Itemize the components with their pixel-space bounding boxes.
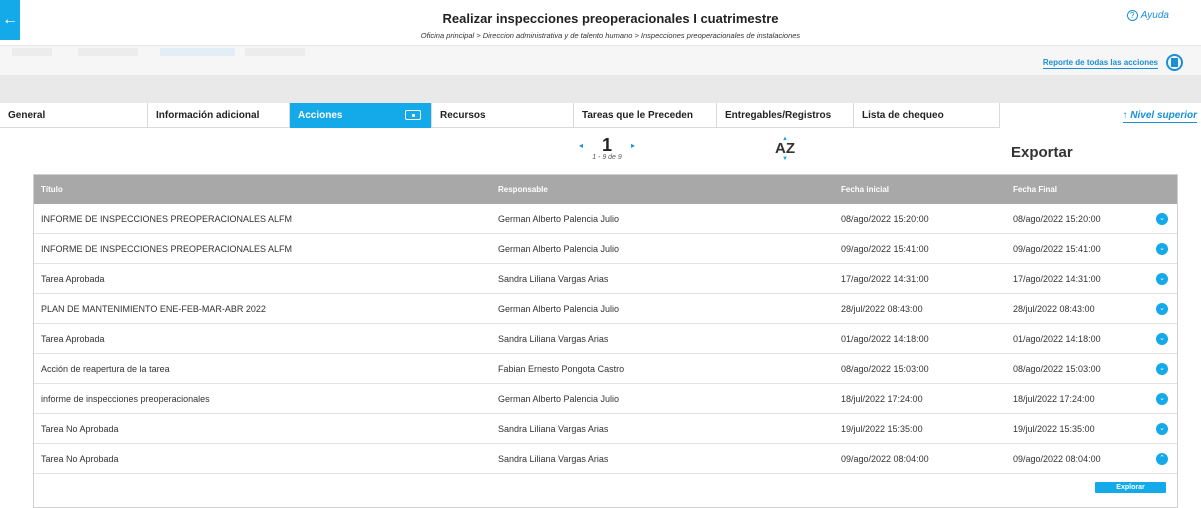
cell-title: PLAN DE MANTENIMIENTO ENE-FEB-MAR-ABR 20… — [41, 304, 266, 314]
table-row[interactable]: Tarea Aprobada Sandra Liliana Vargas Aria… — [34, 324, 1177, 354]
cell-title: informe de inspecciones preoperacionales — [41, 394, 210, 404]
tab-preceding-tasks[interactable]: Tareas que le Preceden — [574, 103, 717, 128]
secondary-toolbar — [0, 46, 1201, 76]
tab-general[interactable]: General — [0, 103, 148, 128]
cell-start-date: 17/ago/2022 14:31:00 — [841, 274, 929, 284]
cell-title: Tarea No Aprobada — [41, 454, 119, 464]
prev-page-icon[interactable]: ◂ — [579, 141, 583, 150]
pager: ◂ 1 1 - 9 de 9 ▸ — [577, 136, 637, 161]
page-range: 1 - 9 de 9 — [592, 154, 622, 161]
cell-title: Tarea Aprobada — [41, 274, 105, 284]
page-number: 1 — [601, 135, 612, 155]
report-all-actions-link[interactable]: Reporte de todas las acciones — [1042, 58, 1158, 69]
help-link[interactable]: ? Ayuda — [1126, 10, 1169, 21]
table-row[interactable]: Tarea Aprobada Sandra Liliana Vargas Aria… — [34, 264, 1177, 294]
column-header-responsible[interactable]: Responsable — [498, 185, 548, 194]
cell-end-date: 01/ago/2022 14:18:00 — [1013, 334, 1101, 344]
cell-responsible: Sandra Liliana Vargas Arias — [498, 454, 609, 464]
cell-start-date: 09/ago/2022 15:41:00 — [841, 244, 929, 254]
tab-bar: General Información adicional Acciones R… — [0, 103, 1000, 128]
table-row[interactable]: informe de inspecciones preoperacionales… — [34, 384, 1177, 414]
tab-label: Tareas que le Preceden — [582, 110, 693, 121]
toggle-icon[interactable] — [405, 110, 421, 120]
cell-responsible: German Alberto Palencia Julio — [498, 394, 620, 404]
cell-start-date: 19/jul/2022 15:35:00 — [841, 424, 923, 434]
cell-responsible: Fabian Ernesto Pongota Castro — [498, 364, 625, 374]
tab-deliverables[interactable]: Entregables/Registros — [717, 103, 854, 128]
table-row[interactable]: PLAN DE MANTENIMIENTO ENE-FEB-MAR-ABR 20… — [34, 294, 1177, 324]
cell-start-date: 28/jul/2022 08:43:00 — [841, 304, 923, 314]
tab-label: Información adicional — [156, 110, 260, 121]
cell-start-date: 08/ago/2022 15:20:00 — [841, 214, 929, 224]
cell-end-date: 18/jul/2022 17:24:00 — [1013, 394, 1095, 404]
tab-resources[interactable]: Recursos — [432, 103, 574, 128]
sort-control[interactable]: ▲ AZ ▼ — [770, 136, 800, 162]
back-arrow-icon[interactable]: ← — [0, 0, 20, 40]
overlay-strip — [0, 76, 1201, 103]
report-icon[interactable] — [1166, 54, 1183, 71]
chevron-down-icon[interactable]: ⌄ — [1156, 213, 1168, 225]
cell-responsible: Sandra Liliana Vargas Arias — [498, 274, 609, 284]
parent-level-link[interactable]: ↑ Nivel superior — [1122, 110, 1197, 123]
next-page-icon[interactable]: ▸ — [631, 141, 635, 150]
explore-button[interactable]: Explorar — [1095, 482, 1166, 493]
cell-start-date: 09/ago/2022 08:04:00 — [841, 454, 929, 464]
cell-end-date: 08/ago/2022 15:20:00 — [1013, 214, 1101, 224]
tab-label: General — [8, 110, 46, 121]
tab-actions[interactable]: Acciones — [290, 103, 432, 128]
chevron-down-icon[interactable]: ⌄ — [1156, 243, 1168, 255]
chevron-down-icon[interactable]: ⌄ — [1156, 333, 1168, 345]
chevron-down-icon[interactable]: ⌄ — [1156, 393, 1168, 405]
cell-end-date: 09/ago/2022 15:41:00 — [1013, 244, 1101, 254]
help-label: Ayuda — [1140, 10, 1169, 21]
tab-checklist[interactable]: Lista de chequeo — [854, 103, 1000, 128]
breadcrumb: Oficina principal > Direccion administra… — [420, 31, 801, 40]
actions-table: Título Responsable Fecha inicial Fecha F… — [33, 174, 1178, 508]
column-header-end-date[interactable]: Fecha Final — [1013, 185, 1057, 194]
cell-responsible: Sandra Liliana Vargas Arias — [498, 424, 609, 434]
column-header-start-date[interactable]: Fecha inicial — [841, 185, 889, 194]
cell-title: INFORME DE INSPECCIONES PREOPERACIONALES… — [41, 214, 293, 224]
chevron-down-icon[interactable]: ⌄ — [1156, 423, 1168, 435]
cell-title: INFORME DE INSPECCIONES PREOPERACIONALES… — [41, 244, 293, 254]
chevron-up-icon[interactable]: ⌃ — [1156, 453, 1168, 465]
tab-label: Entregables/Registros — [725, 110, 832, 121]
cell-end-date: 17/ago/2022 14:31:00 — [1013, 274, 1101, 284]
table-row[interactable]: Acción de reapertura de la tarea Fabian E… — [34, 354, 1177, 384]
sort-label: AZ — [775, 140, 795, 157]
table-row[interactable]: INFORME DE INSPECCIONES PREOPERACIONALES… — [34, 234, 1177, 264]
table-row[interactable]: Tarea No Aprobada Sandra Liliana Vargas A… — [34, 444, 1177, 474]
tab-additional-info[interactable]: Información adicional — [148, 103, 290, 128]
cell-title: Tarea Aprobada — [41, 334, 105, 344]
cell-responsible: German Alberto Palencia Julio — [498, 304, 620, 314]
tab-label: Recursos — [440, 110, 486, 121]
cell-responsible: German Alberto Palencia Julio — [498, 244, 620, 254]
cell-responsible: German Alberto Palencia Julio — [498, 214, 620, 224]
top-bar: ← Realizar inspecciones preoperacionales… — [0, 0, 1201, 46]
column-header-title[interactable]: Título — [41, 185, 63, 194]
tab-label: Acciones — [298, 110, 343, 121]
table-row[interactable]: INFORME DE INSPECCIONES PREOPERACIONALES… — [34, 204, 1177, 234]
export-button[interactable]: Exportar — [1011, 144, 1073, 161]
cell-end-date: 08/ago/2022 15:03:00 — [1013, 364, 1101, 374]
tab-label: Lista de chequeo — [862, 110, 944, 121]
cell-end-date: 28/jul/2022 08:43:00 — [1013, 304, 1095, 314]
cell-responsible: Sandra Liliana Vargas Arias — [498, 334, 609, 344]
cell-end-date: 09/ago/2022 08:04:00 — [1013, 454, 1101, 464]
cell-start-date: 08/ago/2022 15:03:00 — [841, 364, 929, 374]
chevron-down-icon[interactable]: ⌄ — [1156, 363, 1168, 375]
cell-title: Tarea No Aprobada — [41, 424, 119, 434]
table-header: Título Responsable Fecha inicial Fecha F… — [34, 175, 1177, 204]
cell-title: Acción de reapertura de la tarea — [41, 364, 170, 374]
page-title: Realizar inspecciones preoperacionales I… — [442, 11, 779, 26]
cell-start-date: 01/ago/2022 14:18:00 — [841, 334, 929, 344]
chevron-down-icon[interactable]: ⌄ — [1156, 273, 1168, 285]
cell-start-date: 18/jul/2022 17:24:00 — [841, 394, 923, 404]
cell-end-date: 19/jul/2022 15:35:00 — [1013, 424, 1095, 434]
chevron-down-icon[interactable]: ⌄ — [1156, 303, 1168, 315]
table-row[interactable]: Tarea No Aprobada Sandra Liliana Vargas A… — [34, 414, 1177, 444]
help-icon: ? — [1126, 10, 1138, 21]
